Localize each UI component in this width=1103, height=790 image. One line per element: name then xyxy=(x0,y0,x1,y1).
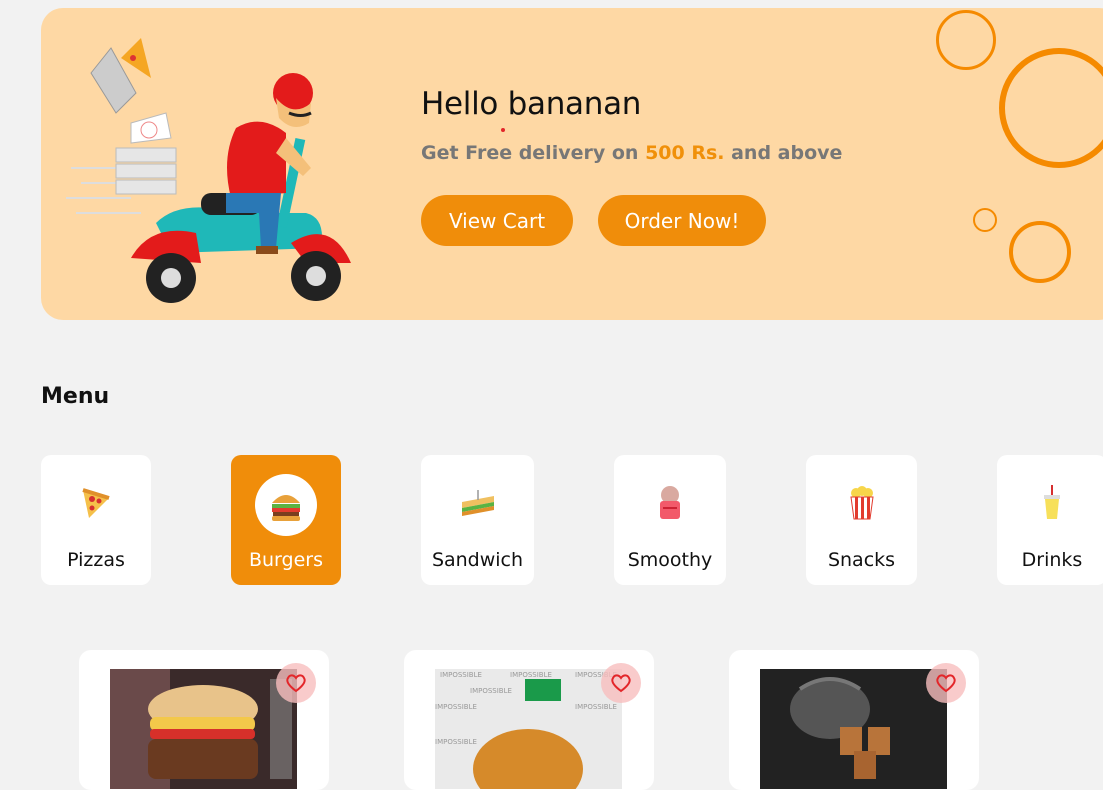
favorite-heart-icon[interactable] xyxy=(926,663,966,703)
category-label: Smoothy xyxy=(627,549,713,571)
category-pizzas[interactable]: Pizzas xyxy=(41,455,151,585)
product-card[interactable] xyxy=(729,650,979,790)
pizza-icon xyxy=(76,483,116,523)
smoothie-icon xyxy=(650,483,690,523)
category-snacks[interactable]: Snacks xyxy=(806,455,917,585)
tagline-amount: 500 Rs. xyxy=(645,142,725,164)
decorative-dot xyxy=(501,128,505,132)
promo-banner: Hello bananan Get Free delivery on 500 R… xyxy=(41,8,1103,320)
popcorn-icon xyxy=(842,483,882,523)
drink-icon xyxy=(1032,483,1072,523)
category-label: Snacks xyxy=(827,549,896,571)
svg-text:IMPOSSIBLE: IMPOSSIBLE xyxy=(440,671,482,679)
svg-text:IMPOSSIBLE: IMPOSSIBLE xyxy=(435,703,477,711)
delivery-tagline: Get Free delivery on 500 Rs. and above xyxy=(421,142,842,164)
burger-photo xyxy=(110,669,297,789)
product-card[interactable]: IMPOSSIBLE IMPOSSIBLE IMPOSSIBLE IMPOSSIBL… xyxy=(404,650,654,790)
favorite-heart-icon[interactable] xyxy=(276,663,316,703)
decorative-ring xyxy=(999,48,1103,168)
tea-kettle-photo xyxy=(760,669,947,789)
category-label: Drinks xyxy=(1021,549,1083,571)
tagline-prefix: Get Free delivery on xyxy=(421,142,646,164)
category-label: Sandwich xyxy=(431,549,524,571)
category-label: Burgers xyxy=(248,549,323,571)
decorative-ring xyxy=(1009,221,1071,283)
svg-text:IMPOSSIBLE: IMPOSSIBLE xyxy=(575,703,617,711)
category-sandwich[interactable]: Sandwich xyxy=(421,455,534,585)
order-now-button[interactable]: Order Now! xyxy=(598,195,766,246)
category-drinks[interactable]: Drinks xyxy=(997,455,1103,585)
decorative-ring xyxy=(936,10,996,70)
svg-text:IMPOSSIBLE: IMPOSSIBLE xyxy=(470,687,512,695)
burger-icon xyxy=(255,474,317,536)
favorite-heart-icon[interactable] xyxy=(601,663,641,703)
svg-text:IMPOSSIBLE: IMPOSSIBLE xyxy=(510,671,552,679)
tagline-suffix: and above xyxy=(724,142,843,164)
product-card[interactable] xyxy=(79,650,329,790)
category-burgers[interactable]: Burgers xyxy=(231,455,341,585)
category-smoothy[interactable]: Smoothy xyxy=(614,455,726,585)
view-cart-button[interactable]: View Cart xyxy=(421,195,573,246)
sandwich-icon xyxy=(458,483,498,523)
category-label: Pizzas xyxy=(67,549,125,571)
decorative-ring xyxy=(973,208,997,232)
menu-heading: Menu xyxy=(41,384,110,409)
greeting-heading: Hello bananan xyxy=(421,86,642,122)
delivery-scooter-illustration xyxy=(66,38,351,303)
svg-text:IMPOSSIBLE: IMPOSSIBLE xyxy=(435,738,477,746)
impossible-burger-photo: IMPOSSIBLE IMPOSSIBLE IMPOSSIBLE IMPOSSIBL… xyxy=(435,669,622,789)
